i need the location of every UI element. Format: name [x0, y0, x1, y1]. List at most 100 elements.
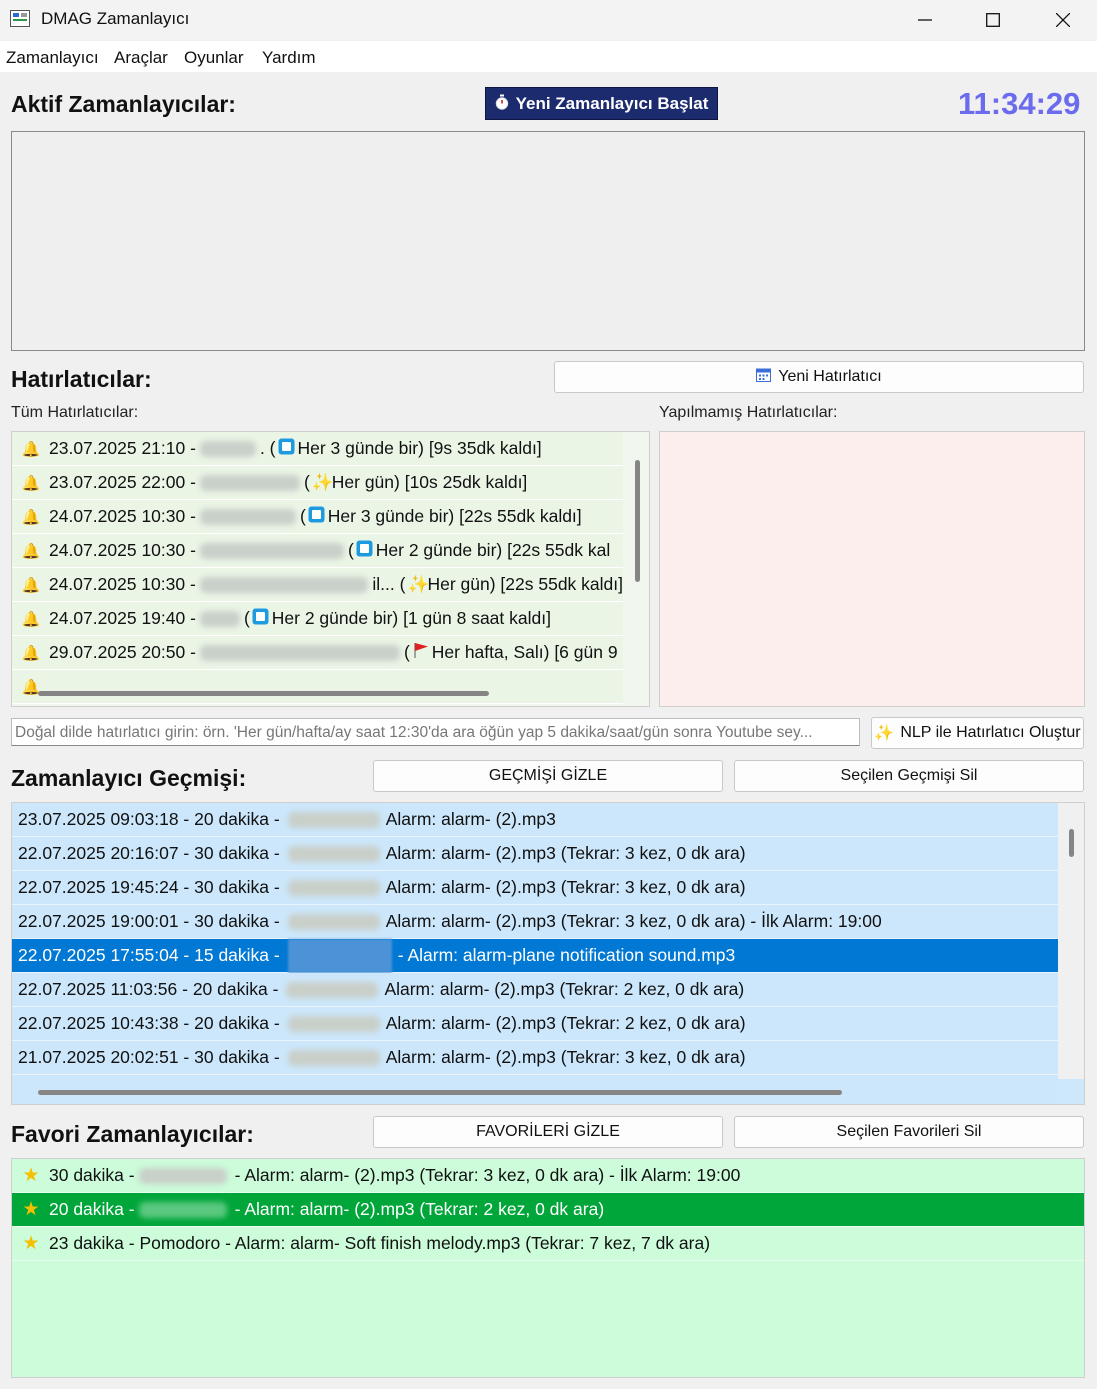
all-reminders-label: Tüm Hatırlatıcılar:: [11, 404, 139, 421]
menu-oyunlar[interactable]: Oyunlar: [184, 48, 244, 68]
redacted-text: [138, 1167, 227, 1184]
calendar-icon: [756, 367, 772, 387]
redacted-text: [287, 811, 380, 828]
history-prefix: 22.07.2025 19:45:24 - 30 dakika -: [18, 877, 280, 897]
reminder-text: Her 3 günde bir) [9s 35dk kaldı]: [297, 438, 542, 458]
close-button[interactable]: [1028, 0, 1097, 40]
square-icon: [308, 506, 326, 528]
history-suffix: Alarm: alarm- (2).mp3 (Tekrar: 3 kez, 0 …: [385, 843, 746, 863]
history-list[interactable]: 23.07.2025 09:03:18 - 20 dakika - Alarm: …: [11, 802, 1085, 1105]
history-hscroll[interactable]: [38, 1090, 842, 1095]
reminder-text: Her hafta, Salı) [6 gün 9: [431, 642, 618, 662]
history-prefix: 22.07.2025 20:16:07 - 30 dakika -: [18, 843, 280, 863]
favorite-row[interactable]: ★ 30 dakika - - Alarm: alarm- (2).mp3 (Te…: [12, 1159, 1084, 1193]
pending-reminders-list[interactable]: [659, 431, 1085, 707]
favorite-row[interactable]: ★ 20 dakika - - Alarm: alarm- (2).mp3 (Te…: [12, 1193, 1084, 1227]
reminder-row[interactable]: 🔔 23.07.2025 22:00 - (✨ Her gün) [10s 25dk …: [12, 466, 623, 500]
redacted-text: [199, 542, 344, 559]
minimize-icon: [918, 19, 932, 21]
reminder-row[interactable]: 🔔 24.07.2025 10:30 - (Her 3 günde bir) [22…: [12, 500, 623, 534]
reminder-mid: (: [347, 540, 354, 560]
reminder-row[interactable]: 🔔 24.07.2025 10:30 - (Her 2 günde bir) [22…: [12, 534, 623, 568]
sparkles-icon: ✨: [311, 472, 334, 492]
pending-reminders-label: Yapılmamış Hatırlatıcılar:: [659, 404, 838, 421]
square-icon: [356, 540, 374, 562]
nlp-create-button[interactable]: ✨ NLP ile Hatırlatıcı Oluştur: [871, 717, 1084, 749]
start-new-timer-button[interactable]: Yeni Zamanlayıcı Başlat: [485, 87, 718, 120]
nlp-reminder-input[interactable]: Doğal dilde hatırlatıcı girin: örn. 'Her…: [11, 718, 860, 746]
reminder-mid: il... (: [372, 574, 406, 594]
menu-yardim[interactable]: Yardım: [262, 48, 316, 68]
history-row[interactable]: 22.07.2025 17:55:04 - 15 dakika - - Alarm…: [12, 938, 1058, 973]
history-row[interactable]: 22.07.2025 20:16:07 - 30 dakika - Alarm: …: [12, 837, 1058, 871]
reminder-text: Her gün) [22s 55dk kaldı]: [427, 574, 623, 594]
title-bar: DMAG Zamanlayıcı: [0, 0, 1097, 40]
redacted-text: [287, 1015, 380, 1032]
history-prefix: 21.07.2025 20:02:51 - 30 dakika -: [18, 1047, 280, 1067]
star-icon: ★: [22, 1165, 40, 1186]
favorites-list[interactable]: ★ 30 dakika - - Alarm: alarm- (2).mp3 (Te…: [11, 1158, 1085, 1378]
history-row[interactable]: 22.07.2025 19:00:01 - 30 dakika - Alarm: …: [12, 905, 1058, 939]
reminder-date: 29.07.2025 20:50 -: [49, 642, 196, 662]
minimize-button[interactable]: [890, 0, 960, 40]
reminders-heading: Hatırlatıcılar:: [11, 366, 152, 392]
reminder-mid: (: [299, 506, 306, 526]
redacted-text: [199, 440, 256, 457]
close-icon: [1056, 13, 1070, 27]
history-suffix: Alarm: alarm- (2).mp3 (Tekrar: 2 kez, 0 …: [385, 1013, 746, 1033]
reminder-date: 23.07.2025 22:00 -: [49, 472, 196, 492]
delete-history-button[interactable]: Seçilen Geçmişi Sil: [734, 760, 1084, 792]
history-row[interactable]: 22.07.2025 19:45:24 - 30 dakika - Alarm: …: [12, 871, 1058, 905]
favorite-row[interactable]: ★ 23 dakika - Pomodoro - Alarm: alarm- So…: [12, 1227, 1084, 1261]
history-row[interactable]: 23.07.2025 09:03:18 - 20 dakika - Alarm: …: [12, 803, 1058, 837]
history-row[interactable]: 22.07.2025 10:43:38 - 20 dakika - Alarm: …: [12, 1007, 1058, 1041]
stopwatch-icon: [495, 94, 509, 113]
reminder-row[interactable]: 🔔: [12, 670, 623, 704]
redacted-text: [287, 913, 380, 930]
star-icon: ★: [22, 1199, 40, 1220]
redacted-text: [199, 644, 400, 661]
history-heading: Zamanlayıcı Geçmişi:: [11, 765, 247, 791]
active-timers-panel: [11, 131, 1085, 351]
all-reminders-list[interactable]: 🔔 23.07.2025 21:10 - . ( Her 3 günde bir) […: [11, 431, 650, 707]
favorite-suffix: - Alarm: alarm- (2).mp3 (Tekrar: 2 kez, …: [234, 1199, 605, 1219]
history-row[interactable]: 21.07.2025 20:02:51 - 30 dakika - Alarm: …: [12, 1041, 1058, 1075]
new-reminder-button[interactable]: Yeni Hatırlatıcı: [554, 361, 1084, 393]
reminders-hscroll[interactable]: [38, 691, 489, 696]
history-vscroll-thumb[interactable]: [1069, 829, 1074, 857]
reminder-text: Her 2 günde bir) [22s 55dk kal: [375, 540, 611, 560]
reminder-row[interactable]: 🔔 24.07.2025 10:30 - il... (✨ Her gün) [22s…: [12, 568, 623, 602]
history-row[interactable]: 22.07.2025 11:03:56 - 20 dakika - Alarm: …: [12, 973, 1058, 1007]
bell-icon: 🔔: [21, 610, 41, 628]
reminder-date: 23.07.2025 21:10 -: [49, 438, 196, 458]
hide-favorites-button[interactable]: FAVORİLERİ GİZLE: [373, 1116, 723, 1148]
reminder-date: 24.07.2025 10:30 -: [48, 574, 196, 594]
reminder-mid: . (: [259, 438, 276, 458]
history-prefix: 22.07.2025 19:00:01 - 30 dakika -: [18, 911, 280, 931]
redacted-text: [287, 879, 380, 896]
reminder-text: Her 3 günde bir) [22s 55dk kaldı]: [327, 506, 582, 526]
reminder-row[interactable]: 🔔 23.07.2025 21:10 - . ( Her 3 günde bir) […: [12, 432, 623, 466]
reminder-text: Her gün) [10s 25dk kaldı]: [331, 472, 528, 492]
hide-history-button[interactable]: GEÇMİŞİ GİZLE: [373, 760, 723, 792]
menu-zamanlayici[interactable]: Zamanlayıcı: [6, 48, 99, 68]
favorite-prefix: 23 dakika - Pomodoro - Alarm: alarm- Sof…: [49, 1233, 711, 1253]
history-prefix: 23.07.2025 09:03:18 - 20 dakika -: [18, 809, 280, 829]
reminder-row[interactable]: 🔔 29.07.2025 20:50 - (Her hafta, Salı) [6 …: [12, 636, 623, 670]
reminder-date: 24.07.2025 10:30 -: [49, 506, 196, 526]
delete-favorites-button[interactable]: Seçilen Favorileri Sil: [734, 1116, 1084, 1148]
history-scrollbar[interactable]: [1058, 803, 1084, 1104]
bell-icon: 🔔: [21, 440, 41, 458]
redacted-text: [286, 981, 379, 998]
window-title: DMAG Zamanlayıcı: [41, 9, 190, 28]
reminders-vscroll[interactable]: [635, 460, 640, 582]
reminder-row[interactable]: 🔔 24.07.2025 19:40 - (Her 2 günde bir) [1 …: [12, 602, 623, 636]
redacted-text: [287, 845, 380, 862]
reminder-mid: (: [403, 642, 410, 662]
reminder-date: 24.07.2025 19:40 -: [49, 608, 196, 628]
history-prefix: 22.07.2025 10:43:38 - 20 dakika -: [18, 1013, 280, 1033]
redacted-text: [287, 938, 392, 973]
maximize-button[interactable]: [958, 0, 1028, 40]
reminder-mid: (: [303, 472, 310, 492]
menu-araclar[interactable]: Araçlar: [114, 48, 168, 68]
